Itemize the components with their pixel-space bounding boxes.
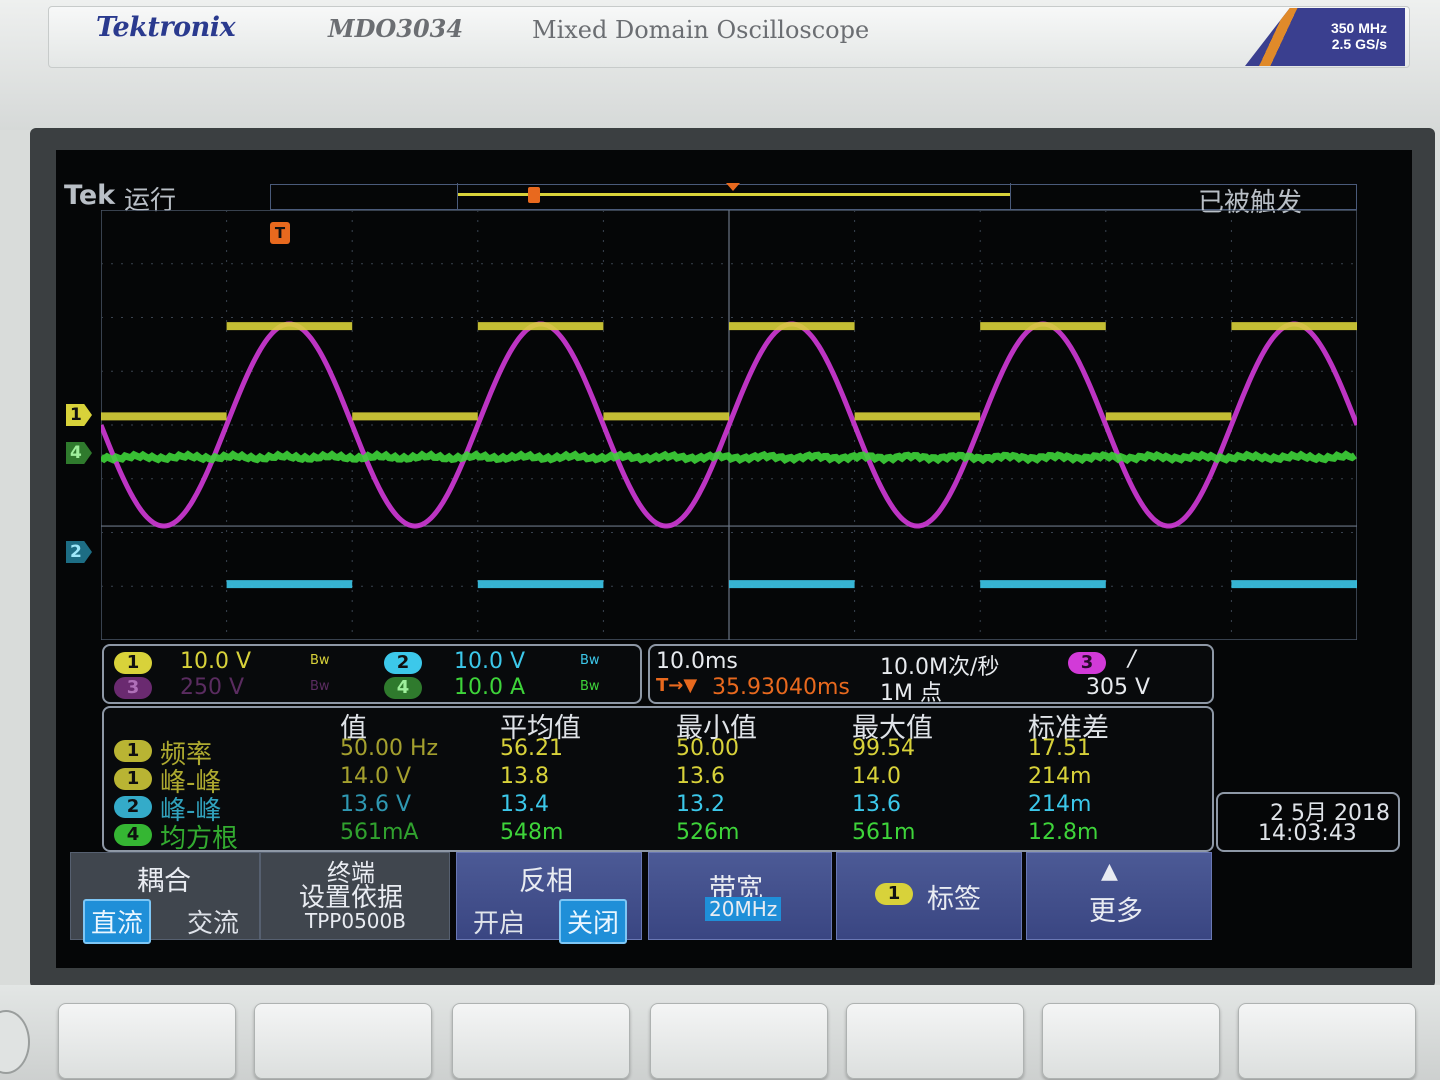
meas-value-cell: 13.6 V	[340, 792, 412, 817]
trigger-position-icon[interactable]: T	[270, 222, 290, 244]
menu-invert[interactable]: 反相 开启 关闭	[456, 852, 642, 944]
trigger-level: 305 V	[1086, 675, 1151, 700]
meas-type-label: 均方根	[160, 824, 239, 854]
meas-std-cell: 12.8m	[1028, 820, 1099, 845]
menu-label[interactable]: 1 标签	[836, 852, 1022, 940]
coupling-dc-option[interactable]: 直流	[83, 899, 152, 944]
time: 14:03:43	[1258, 821, 1357, 846]
meas-min-cell: 13.6	[676, 764, 725, 789]
ch4-ground-marker[interactable]: 4	[66, 442, 92, 464]
label-channel-chip: 1	[875, 883, 913, 905]
brand-logo: Tektronix	[96, 12, 236, 43]
meas-value-cell: 14.0 V	[340, 764, 412, 789]
meas-max-cell: 13.6	[852, 792, 901, 817]
meas-value-cell: 561mA	[340, 820, 419, 845]
meas-std-cell: 17.51	[1028, 736, 1091, 761]
meas-std-cell: 214m	[1028, 792, 1092, 817]
trigger-source-chip: 3	[1068, 652, 1106, 674]
more-title: 更多	[1089, 896, 1143, 927]
invert-on-option[interactable]: 开启	[467, 901, 531, 942]
horizontal-readout-panel[interactable]: 10.0ms T→▼ 35.93040ms 10.0M次/秒 1M 点 3 / …	[648, 644, 1214, 706]
ch4-bw-icon: Bw	[580, 679, 600, 694]
ch1-chip: 1	[114, 652, 152, 674]
ch3-scale: 250 V	[180, 675, 245, 700]
meas-min-cell: 50.00	[676, 736, 739, 761]
record-trigger-icon	[528, 187, 540, 203]
meas-channel-chip: 4	[114, 824, 152, 846]
meas-channel-chip: 1	[114, 740, 152, 762]
oscilloscope-screen: Tek 运行 已被触发 T 1 4 2 1 10.0 V Bw 2 10.0 V…	[56, 150, 1412, 968]
meas-std-cell: 214m	[1028, 764, 1092, 789]
bottom-softkey-7[interactable]	[1238, 1003, 1416, 1079]
record-view-bar	[270, 183, 1357, 210]
datetime-box: 2 5月 2018 14:03:43	[1216, 792, 1400, 852]
invert-title: 反相	[519, 866, 573, 897]
meas-mean-cell: 13.4	[500, 792, 549, 817]
ch1-scale: 10.0 V	[180, 649, 252, 674]
termination-probe: TPP0500B	[305, 909, 406, 933]
meas-mean-cell: 56.21	[500, 736, 563, 761]
trigger-position: 35.93040ms	[712, 675, 850, 700]
ch1-ground-marker[interactable]: 1	[66, 404, 92, 426]
ch2-scale: 10.0 V	[454, 649, 526, 674]
ch2-bw-icon: Bw	[580, 653, 600, 668]
menu-bandwidth[interactable]: 带宽 20MHz	[648, 852, 832, 940]
meas-value-cell: 50.00 Hz	[340, 736, 439, 761]
meas-min-cell: 526m	[676, 820, 740, 845]
bottom-softkey-5[interactable]	[846, 1003, 1024, 1079]
bottom-softkey-2[interactable]	[254, 1003, 432, 1079]
waveform-graticule	[101, 210, 1357, 640]
meas-channel-chip: 1	[114, 768, 152, 790]
ch2-ground-marker[interactable]: 2	[66, 541, 92, 563]
meas-min-cell: 13.2	[676, 792, 725, 817]
ch3-chip: 3	[114, 677, 152, 699]
model-name: MDO3034	[328, 14, 464, 43]
label-title: 标签	[927, 884, 981, 915]
invert-off-option[interactable]: 关闭	[559, 899, 628, 944]
menu-more[interactable]: ▲ 更多	[1026, 852, 1212, 940]
coupling-title: 耦合	[137, 866, 191, 897]
trigger-position-icon-text: T→▼	[656, 675, 698, 696]
record-length: 1M 点	[880, 681, 942, 706]
bandwidth-value: 20MHz	[705, 897, 782, 921]
bandwidth-spec: 350 MHz	[1330, 20, 1387, 36]
model-description: Mixed Domain Oscilloscope	[532, 16, 870, 44]
ch4-scale: 10.0 A	[454, 675, 526, 700]
ch1-bw-icon: Bw	[310, 653, 330, 668]
bottom-softkey-4[interactable]	[650, 1003, 828, 1079]
meas-mean-cell: 548m	[500, 820, 564, 845]
status-brand: Tek	[64, 180, 116, 211]
vertical-readout-panel[interactable]: 1 10.0 V Bw 2 10.0 V Bw 3 250 V Bw 4 10.…	[102, 644, 642, 704]
meas-mean-cell: 13.8	[500, 764, 549, 789]
meas-max-cell: 99.54	[852, 736, 915, 761]
ch2-chip: 2	[384, 652, 422, 674]
ch4-waveform	[101, 450, 1357, 465]
record-center-pointer-icon	[726, 183, 740, 191]
ch4-chip: 4	[384, 677, 422, 699]
menu-termination[interactable]: 终端 设置依据 TPP0500B	[260, 852, 450, 940]
trigger-slope-icon: /	[1128, 647, 1136, 672]
meas-max-cell: 561m	[852, 820, 916, 845]
meas-max-cell: 14.0	[852, 764, 901, 789]
more-arrow-icon: ▲	[1101, 859, 1118, 884]
bottom-softkey-1[interactable]	[58, 1003, 236, 1079]
bottom-softkey-6[interactable]	[1042, 1003, 1220, 1079]
menu-coupling[interactable]: 耦合 直流 交流	[70, 852, 260, 944]
record-view-window	[457, 183, 1011, 210]
meas-channel-chip: 2	[114, 796, 152, 818]
time-per-div: 10.0ms	[656, 649, 738, 674]
ch3-bw-icon: Bw	[310, 679, 330, 694]
sample-rate-spec: 2.5 GS/s	[1331, 36, 1387, 52]
coupling-ac-option[interactable]: 交流	[181, 901, 245, 942]
bottom-softkey-3[interactable]	[452, 1003, 630, 1079]
